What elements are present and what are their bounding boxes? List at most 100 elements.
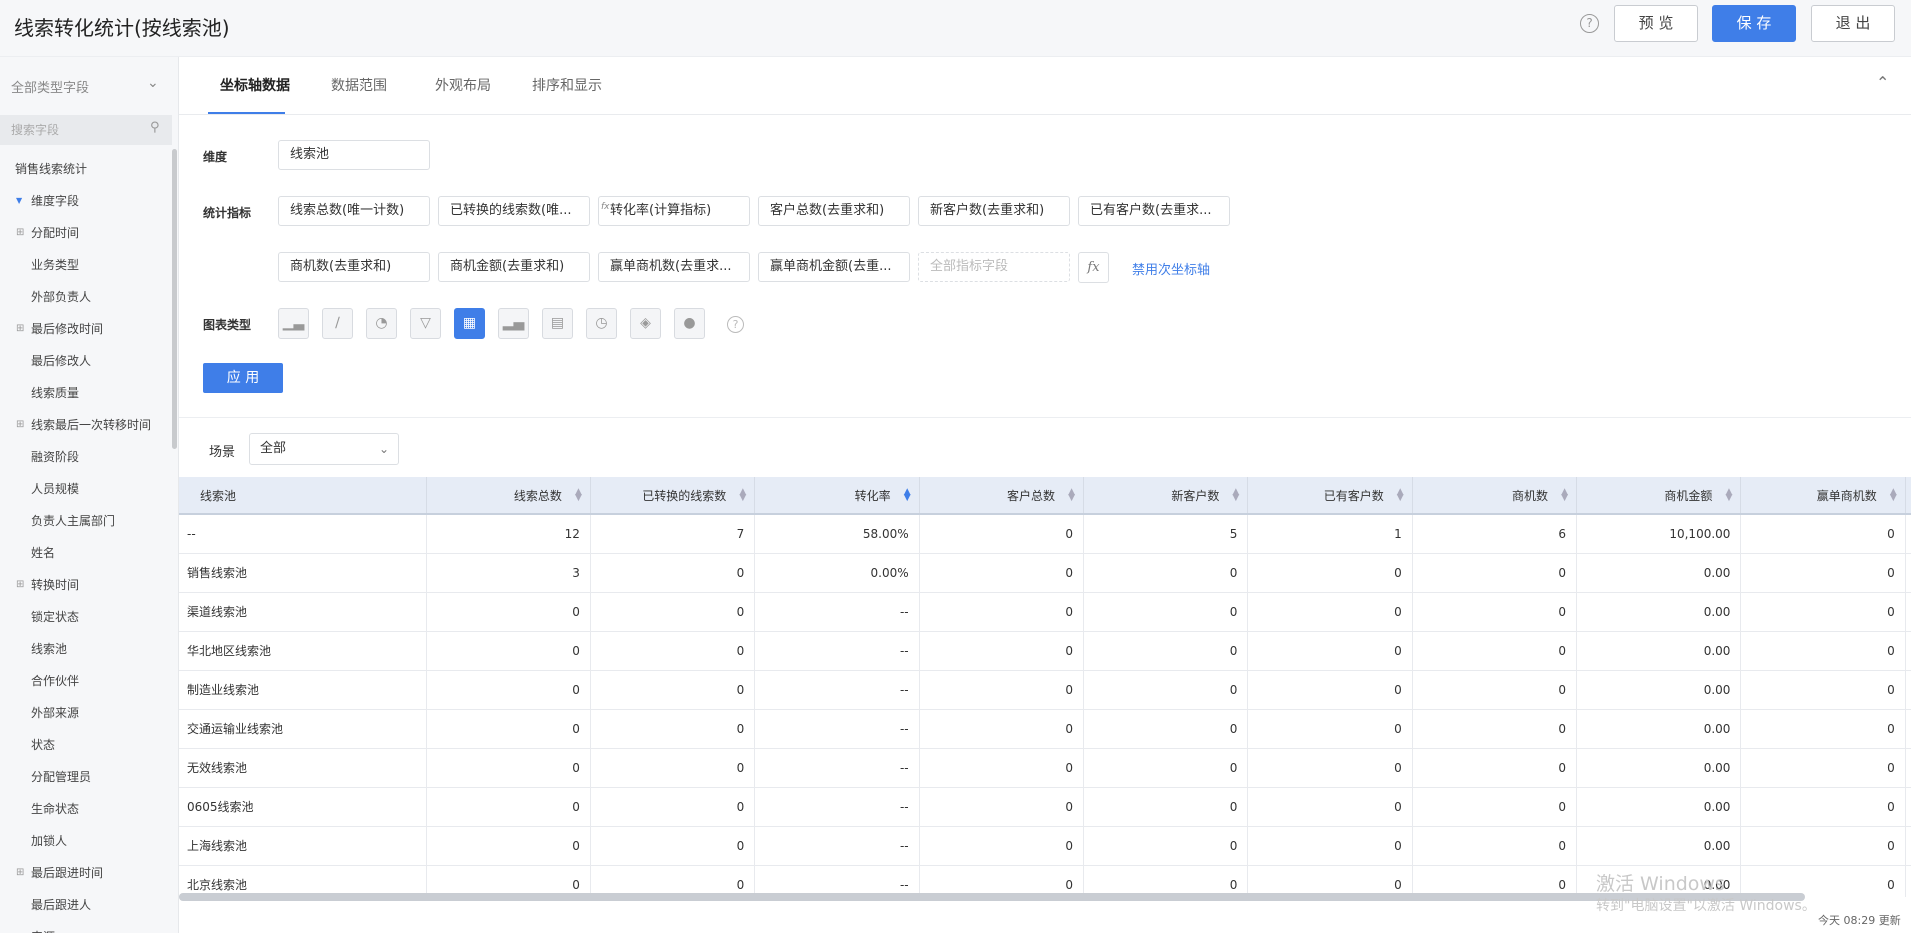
column-header[interactable]: 线索池 bbox=[179, 477, 427, 515]
sort-icon[interactable]: ▲ ▼ bbox=[904, 488, 911, 503]
tab-appearance[interactable]: 外观布局 bbox=[435, 75, 491, 95]
tab-data-range[interactable]: 数据范围 bbox=[331, 75, 387, 95]
column-header[interactable]: 客户总数 ▲ ▼ bbox=[919, 477, 1084, 515]
column-header[interactable]: 商机金额 ▲ ▼ bbox=[1576, 477, 1742, 515]
expand-icon[interactable]: ⊞ bbox=[16, 217, 24, 249]
tree-group-item[interactable]: ⊞ 最后跟进时间 bbox=[0, 857, 172, 889]
tree-root[interactable]: 销售线索统计 bbox=[0, 153, 172, 185]
metric-chip[interactable]: 赢单商机金额(去重... bbox=[758, 252, 910, 282]
tree-dimension-group[interactable]: ▼ 维度字段 bbox=[0, 185, 172, 217]
expand-icon[interactable]: ⊞ bbox=[16, 409, 24, 441]
expand-icon[interactable]: ⊞ bbox=[16, 313, 24, 345]
tree-field-item[interactable]: 线索质量 bbox=[0, 377, 172, 409]
tree-field-item[interactable]: 来源 bbox=[0, 921, 172, 933]
tree-field-item[interactable]: 最后修改人 bbox=[0, 345, 172, 377]
caret-down-icon[interactable]: ▼ bbox=[16, 185, 22, 217]
preview-button[interactable]: 预 览 bbox=[1614, 5, 1698, 42]
tree-field-item[interactable]: 生命状态 bbox=[0, 793, 172, 825]
tree-group-item[interactable]: ⊞ 分配时间 bbox=[0, 217, 172, 249]
column-header[interactable]: 转化率 ▲ ▼ bbox=[754, 477, 920, 515]
map-chart-icon[interactable]: ◈ bbox=[630, 308, 661, 339]
tree-field-item[interactable]: 外部来源 bbox=[0, 697, 172, 729]
table-row[interactable]: 华北地区线索池 0 0 -- 0 0 0 0 0.00 0 bbox=[179, 631, 1911, 671]
metric-chip[interactable]: 商机数(去重求和) bbox=[278, 252, 430, 282]
column-header[interactable]: 商机数 ▲ ▼ bbox=[1412, 477, 1578, 515]
field-search[interactable]: 搜索字段 ⚲ bbox=[0, 115, 172, 145]
map-bubble-icon[interactable]: ● bbox=[674, 308, 705, 339]
table-row[interactable]: 上海线索池 0 0 -- 0 0 0 0 0.00 0 bbox=[179, 826, 1911, 866]
dimension-chip[interactable]: 线索池 bbox=[278, 140, 430, 170]
table-row[interactable]: 交通运输业线索池 0 0 -- 0 0 0 0 0.00 0 bbox=[179, 709, 1911, 749]
disable-secondary-axis-link[interactable]: 禁用次坐标轴 bbox=[1132, 259, 1210, 278]
sort-icon[interactable]: ▲ ▼ bbox=[739, 488, 746, 503]
funnel-chart-icon[interactable]: ▽ bbox=[410, 308, 441, 339]
card-chart-icon[interactable]: ▤ bbox=[542, 308, 573, 339]
search-icon[interactable]: ⚲ bbox=[150, 120, 160, 135]
tree-group-item[interactable]: ⊞ 转换时间 bbox=[0, 569, 172, 601]
apply-button[interactable]: 应 用 bbox=[203, 363, 283, 393]
chevron-down-icon[interactable]: ⌄ bbox=[147, 75, 159, 91]
tree-group-item[interactable]: ⊞ 最后修改时间 bbox=[0, 313, 172, 345]
tab-sort-display[interactable]: 排序和显示 bbox=[532, 75, 602, 95]
metric-chip[interactable]: 已有客户数(去重求... bbox=[1078, 196, 1230, 226]
metric-add-slot[interactable]: 全部指标字段 bbox=[918, 252, 1070, 282]
pie-chart-icon[interactable]: ◔ bbox=[366, 308, 397, 339]
table-chart-icon[interactable]: ▦ bbox=[454, 308, 485, 339]
sort-icon[interactable]: ▲ ▼ bbox=[575, 488, 582, 503]
sort-icon[interactable]: ▲ ▼ bbox=[1890, 488, 1897, 503]
help-icon[interactable]: ? bbox=[1580, 14, 1599, 33]
sort-icon[interactable]: ▲ ▼ bbox=[1726, 488, 1733, 503]
field-type-select[interactable]: 全部类型字段 bbox=[11, 77, 89, 96]
sort-icon[interactable]: ▲ ▼ bbox=[1561, 488, 1568, 503]
expand-icon[interactable]: ⊞ bbox=[16, 569, 24, 601]
column-header[interactable]: 赢单商机数 ▲ ▼ bbox=[1740, 477, 1906, 515]
line-chart-icon[interactable]: ∕ bbox=[322, 308, 353, 339]
tree-field-item[interactable]: 业务类型 bbox=[0, 249, 172, 281]
metric-chip[interactable]: 已转换的线索数(唯... bbox=[438, 196, 590, 226]
tree-field-item[interactable]: 线索池 bbox=[0, 633, 172, 665]
sort-icon[interactable]: ▲ ▼ bbox=[1068, 488, 1075, 503]
exit-button[interactable]: 退 出 bbox=[1811, 5, 1895, 42]
metric-chip[interactable]: 赢单商机数(去重求... bbox=[598, 252, 750, 282]
tree-field-item[interactable]: 外部负责人 bbox=[0, 281, 172, 313]
tree-field-item[interactable]: 负责人主属部门 bbox=[0, 505, 172, 537]
tree-field-item[interactable]: 最后跟进人 bbox=[0, 889, 172, 921]
table-row[interactable]: -- 12 7 58.00% 0 5 1 6 10,100.00 0 bbox=[179, 514, 1911, 554]
column-header[interactable]: 线索总数 ▲ ▼ bbox=[426, 477, 591, 515]
bar-chart-icon[interactable]: ▁▃ bbox=[278, 308, 309, 339]
expand-icon[interactable]: ⊞ bbox=[16, 857, 24, 889]
collapse-icon[interactable]: ⌃ bbox=[1876, 73, 1889, 92]
formula-button[interactable]: fx bbox=[1078, 252, 1109, 283]
table-row[interactable]: 渠道线索池 0 0 -- 0 0 0 0 0.00 0 bbox=[179, 592, 1911, 632]
metric-chip[interactable]: 新客户数(去重求和) bbox=[918, 196, 1070, 226]
column-header[interactable]: 已转换的线索数 ▲ ▼ bbox=[590, 477, 756, 515]
sidebar-scrollbar[interactable] bbox=[172, 149, 177, 449]
search-input[interactable]: 搜索字段 bbox=[11, 121, 59, 138]
tree-field-item[interactable]: 状态 bbox=[0, 729, 172, 761]
help-icon[interactable]: ? bbox=[727, 316, 744, 333]
column-header[interactable]: 已有客户数 ▲ ▼ bbox=[1247, 477, 1413, 515]
metric-chip[interactable]: 客户总数(去重求和) bbox=[758, 196, 910, 226]
column-header[interactable]: 新客户数 ▲ ▼ bbox=[1083, 477, 1249, 515]
metric-chip-calculated[interactable]: fx 转化率(计算指标) bbox=[598, 196, 750, 226]
table-row[interactable]: 无效线索池 0 0 -- 0 0 0 0 0.00 0 bbox=[179, 748, 1911, 788]
metric-chip[interactable]: 商机金额(去重求和) bbox=[438, 252, 590, 282]
save-button[interactable]: 保 存 bbox=[1712, 5, 1796, 42]
scene-select[interactable]: 全部 ⌄ bbox=[249, 433, 399, 465]
table-row[interactable]: 销售线索池 3 0 0.00% 0 0 0 0 0.00 0 bbox=[179, 553, 1911, 593]
table-row[interactable]: 0605线索池 0 0 -- 0 0 0 0 0.00 0 bbox=[179, 787, 1911, 827]
tree-field-item[interactable]: 锁定状态 bbox=[0, 601, 172, 633]
tree-group-item[interactable]: ⊞ 线索最后一次转移时间 bbox=[0, 409, 172, 441]
gauge-chart-icon[interactable]: ◷ bbox=[586, 308, 617, 339]
table-row[interactable]: 制造业线索池 0 0 -- 0 0 0 0 0.00 0 bbox=[179, 670, 1911, 710]
tree-field-item[interactable]: 加锁人 bbox=[0, 825, 172, 857]
sort-icon[interactable]: ▲ ▼ bbox=[1397, 488, 1404, 503]
tree-field-item[interactable]: 分配管理员 bbox=[0, 761, 172, 793]
metric-chip[interactable]: 线索总数(唯一计数) bbox=[278, 196, 430, 226]
sort-icon[interactable]: ▲ ▼ bbox=[1232, 488, 1239, 503]
horizontal-scrollbar[interactable] bbox=[179, 893, 1805, 901]
tree-field-item[interactable]: 人员规模 bbox=[0, 473, 172, 505]
tab-axis-data[interactable]: 坐标轴数据 bbox=[220, 75, 290, 95]
tree-field-item[interactable]: 融资阶段 bbox=[0, 441, 172, 473]
tree-field-item[interactable]: 合作伙伴 bbox=[0, 665, 172, 697]
